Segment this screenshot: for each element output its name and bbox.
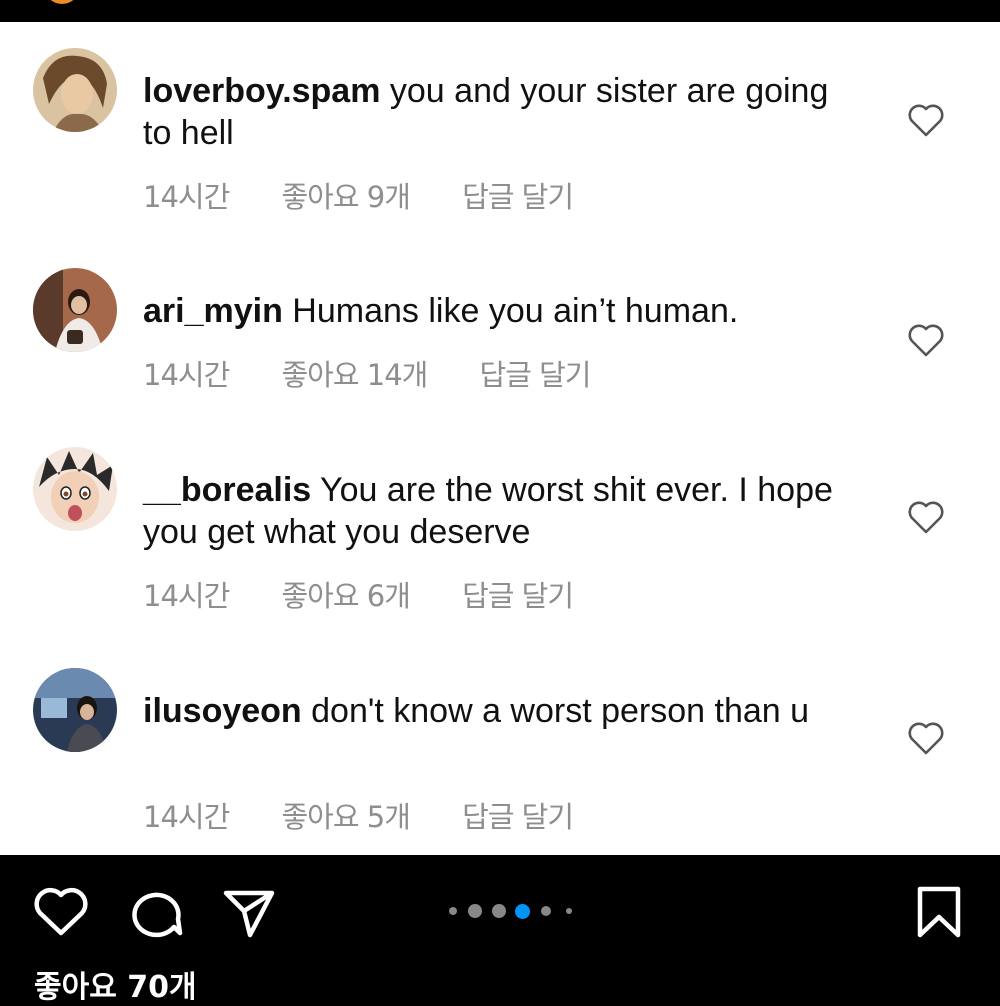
comment-body: Humans like you ain’t human.	[282, 292, 739, 330]
comment-likes[interactable]: 좋아요 14개	[281, 352, 428, 394]
carousel-dot-active	[515, 904, 530, 919]
avatar[interactable]	[33, 668, 117, 752]
comment-likes[interactable]: 좋아요 5개	[281, 794, 410, 836]
carousel-dot	[449, 907, 457, 915]
bookmark-icon[interactable]	[914, 885, 964, 939]
share-icon[interactable]	[220, 885, 278, 939]
carousel-dot	[566, 908, 572, 914]
like-heart-icon[interactable]	[906, 718, 946, 758]
carousel-dot	[468, 904, 482, 918]
carousel-dot	[541, 906, 551, 916]
comment-username[interactable]: loverboy.spam	[143, 72, 380, 110]
reply-button[interactable]: 답글 달기	[462, 573, 574, 615]
comment-icon[interactable]	[126, 885, 184, 939]
avatar[interactable]	[33, 447, 117, 531]
reply-button[interactable]: 답글 달기	[480, 352, 592, 394]
post-likes-count[interactable]: 좋아요 70개	[34, 962, 197, 1006]
reply-button[interactable]: 답글 달기	[462, 794, 574, 836]
avatar[interactable]	[33, 48, 117, 132]
comment-time: 14시간	[143, 180, 230, 214]
comment-username[interactable]: ari_myin	[143, 292, 283, 330]
like-heart-icon[interactable]	[906, 320, 946, 360]
comment-meta: 14시간 좋아요 6개 답글 달기	[143, 573, 574, 615]
comment-meta: 14시간 좋아요 9개 답글 달기	[143, 174, 574, 216]
comment-username[interactable]: __borealis	[143, 471, 311, 509]
comments-panel: loverboy.spam you and your sister are go…	[0, 22, 1000, 855]
comment-text: ari_myin Humans like you ain’t human.	[143, 290, 843, 332]
like-heart-icon[interactable]	[906, 100, 946, 140]
reply-button[interactable]: 답글 달기	[462, 174, 574, 216]
comment-body: don't know a worst person than u	[301, 692, 810, 730]
comment-username[interactable]: ilusoyeon	[143, 692, 302, 730]
comment-time: 14시간	[143, 579, 230, 613]
carousel-dot	[492, 904, 506, 918]
heart-icon[interactable]	[32, 885, 90, 939]
comment-text: ilusoyeon don't know a worst person than…	[143, 690, 843, 732]
comment-time: 14시간	[143, 358, 230, 392]
status-bar	[0, 0, 1000, 22]
comment-likes[interactable]: 좋아요 6개	[281, 573, 410, 615]
story-ring-fragment	[44, 0, 80, 4]
avatar[interactable]	[33, 268, 117, 352]
comment-text: __borealis You are the worst shit ever. …	[143, 469, 843, 553]
comment-likes[interactable]: 좋아요 9개	[281, 174, 410, 216]
like-heart-icon[interactable]	[906, 497, 946, 537]
comment-text: loverboy.spam you and your sister are go…	[143, 70, 843, 154]
comment-meta: 14시간 좋아요 14개 답글 달기	[143, 352, 591, 394]
comment-meta: 14시간 좋아요 5개 답글 달기	[143, 794, 574, 836]
comment-time: 14시간	[143, 800, 230, 834]
